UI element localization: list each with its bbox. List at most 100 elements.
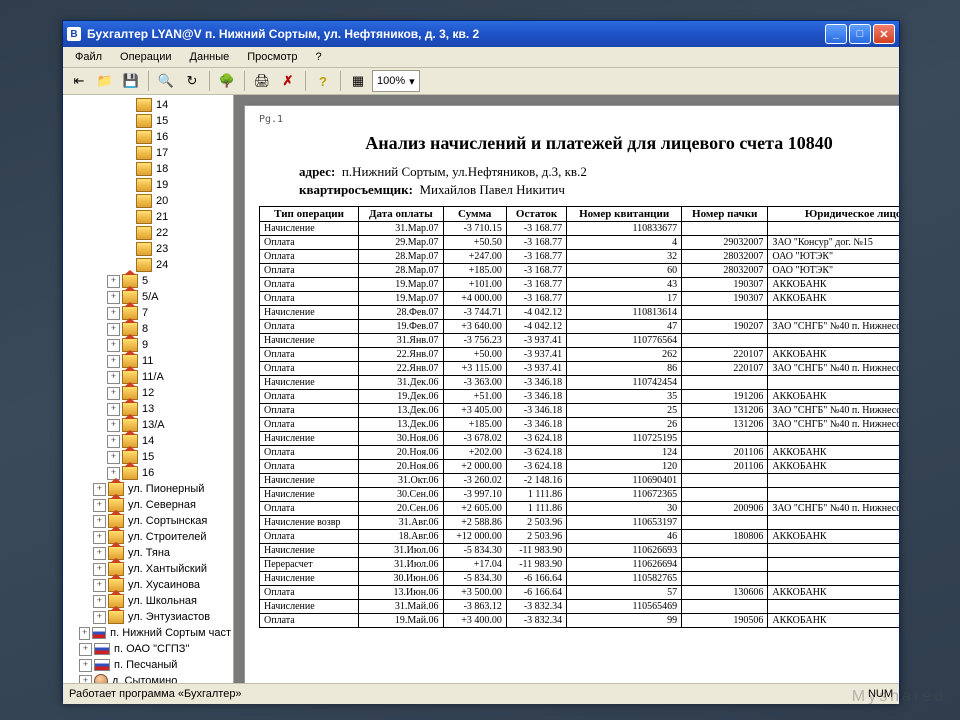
expand-icon[interactable]: + — [107, 307, 120, 320]
tree-item[interactable]: +п. Нижний Сортым част — [63, 625, 233, 641]
expand-icon[interactable]: + — [107, 403, 120, 416]
table-row: Оплата19.Май.06+3 400.00-3 832.349919050… — [260, 614, 900, 628]
zoom-combo[interactable]: 100% ▾ — [372, 70, 420, 92]
tree-item[interactable]: 20 — [63, 193, 233, 209]
tree-item[interactable]: +ул. Северная — [63, 497, 233, 513]
tree-item[interactable]: +ул. Хусаинова — [63, 577, 233, 593]
tree-item[interactable]: 23 — [63, 241, 233, 257]
tree-item[interactable]: +14 — [63, 433, 233, 449]
fld-icon — [136, 98, 152, 112]
search-button[interactable]: 🔍 — [154, 69, 178, 93]
tree-item[interactable]: +9 — [63, 337, 233, 353]
tree-item[interactable]: +12 — [63, 385, 233, 401]
tree-item[interactable]: +д. Сытомино — [63, 673, 233, 683]
fld-icon — [136, 194, 152, 208]
tree-item[interactable]: +5/А — [63, 289, 233, 305]
tree-item[interactable]: +ул. Хантыйский — [63, 561, 233, 577]
table-row: Оплата13.Июн.06+3 500.00-6 166.645713060… — [260, 586, 900, 600]
tree-item[interactable]: +11 — [63, 353, 233, 369]
tree-item[interactable]: 19 — [63, 177, 233, 193]
tree-item[interactable]: +13 — [63, 401, 233, 417]
tree-item[interactable]: +п. Песчаный — [63, 657, 233, 673]
cancel-button[interactable]: ✗ — [276, 69, 300, 93]
expand-icon[interactable]: + — [93, 499, 106, 512]
help-button[interactable]: ? — [311, 69, 335, 93]
tree-item[interactable]: +ул. Строителей — [63, 529, 233, 545]
table-row: Оплата18.Авг.06+12 000.002 503.964618080… — [260, 530, 900, 544]
minimize-button[interactable]: _ — [825, 24, 847, 44]
report-tenant: квартиросъемщик: Михайлов Павел Никитич — [299, 182, 899, 198]
fld-icon — [136, 178, 152, 192]
table-row: Начисление28.Фев.07-3 744.71-4 042.12110… — [260, 306, 900, 320]
nav-first-button[interactable]: ⇤ — [67, 69, 91, 93]
tree-item[interactable]: 24 — [63, 257, 233, 273]
tree-item[interactable]: 21 — [63, 209, 233, 225]
close-button[interactable]: ✕ — [873, 24, 895, 44]
save-button[interactable]: 💾 — [119, 69, 143, 93]
report-title: Анализ начислений и платежей для лицевог… — [259, 133, 899, 154]
expand-icon[interactable]: + — [107, 355, 120, 368]
expand-icon[interactable]: + — [107, 323, 120, 336]
column-header: Тип операции — [260, 207, 359, 222]
tree-item[interactable]: 18 — [63, 161, 233, 177]
tree-item[interactable]: 17 — [63, 145, 233, 161]
expand-icon[interactable]: + — [107, 291, 120, 304]
app-icon: B — [67, 27, 81, 41]
table-row: Начисление возвр31.Авг.06+2 588.862 503.… — [260, 516, 900, 530]
title-bar: B Бухгалтер LYAN@V п. Нижний Сортым, ул.… — [63, 21, 899, 47]
expand-icon[interactable]: + — [93, 483, 106, 496]
expand-icon[interactable]: + — [79, 643, 92, 656]
nav-up-button[interactable]: 📁 — [93, 69, 117, 93]
tree-item[interactable]: +ул. Сортынская — [63, 513, 233, 529]
flag-icon — [94, 659, 110, 671]
report-viewport[interactable]: Pg.1 Анализ начислений и платежей для ли… — [234, 95, 899, 683]
expand-icon[interactable]: + — [93, 611, 106, 624]
tree-item[interactable]: +ул. Пионерный — [63, 481, 233, 497]
tree-item[interactable]: +5 — [63, 273, 233, 289]
tree-item[interactable]: 15 — [63, 113, 233, 129]
tree-item[interactable]: +ул. Энтузиастов — [63, 609, 233, 625]
table-row: Начисление30.Ноя.06-3 678.02-3 624.18110… — [260, 432, 900, 446]
tree-item[interactable]: +8 — [63, 321, 233, 337]
expand-icon[interactable]: + — [93, 579, 106, 592]
tree-item[interactable]: 16 — [63, 129, 233, 145]
tree-item[interactable]: +7 — [63, 305, 233, 321]
expand-icon[interactable]: + — [93, 563, 106, 576]
refresh-button[interactable]: ↻ — [180, 69, 204, 93]
tree-item[interactable]: 14 — [63, 97, 233, 113]
print-button[interactable]: 🖨 — [250, 69, 274, 93]
tree-item[interactable]: +ул. Школьная — [63, 593, 233, 609]
tree-item[interactable]: +ул. Тяна — [63, 545, 233, 561]
tree-item[interactable]: +15 — [63, 449, 233, 465]
menu-Файл[interactable]: Файл — [67, 49, 110, 65]
maximize-button[interactable]: □ — [849, 24, 871, 44]
expand-icon[interactable]: + — [93, 531, 106, 544]
menu-Данные[interactable]: Данные — [182, 49, 238, 65]
expand-icon[interactable]: + — [107, 371, 120, 384]
menu-?[interactable]: ? — [308, 49, 330, 65]
menu-Просмотр[interactable]: Просмотр — [239, 49, 305, 65]
expand-icon[interactable]: + — [107, 387, 120, 400]
expand-icon[interactable]: + — [93, 515, 106, 528]
tree-item[interactable]: +11/А — [63, 369, 233, 385]
tree-item[interactable]: +16 — [63, 465, 233, 481]
zoom-fit-button[interactable]: ▦ — [346, 69, 370, 93]
expand-icon[interactable]: + — [93, 595, 106, 608]
expand-icon[interactable]: + — [79, 627, 90, 640]
expand-icon[interactable]: + — [107, 419, 120, 432]
menu-bar: ФайлОперацииДанныеПросмотр? — [63, 47, 899, 68]
expand-icon[interactable]: + — [107, 451, 120, 464]
expand-icon[interactable]: + — [107, 435, 120, 448]
expand-icon[interactable]: + — [107, 275, 120, 288]
navigation-tree[interactable]: 1415161718192021222324+5+5/А+7+8+9+11+11… — [63, 95, 234, 683]
expand-icon[interactable]: + — [107, 339, 120, 352]
tree-item[interactable]: +п. ОАО "СГПЗ" — [63, 641, 233, 657]
expand-icon[interactable]: + — [93, 547, 106, 560]
tree-toggle-button[interactable]: 🌳 — [215, 69, 239, 93]
tree-item[interactable]: +13/А — [63, 417, 233, 433]
expand-icon[interactable]: + — [79, 659, 92, 672]
tree-item[interactable]: 22 — [63, 225, 233, 241]
flag-icon — [92, 627, 106, 639]
menu-Операции[interactable]: Операции — [112, 49, 179, 65]
expand-icon[interactable]: + — [79, 675, 92, 684]
